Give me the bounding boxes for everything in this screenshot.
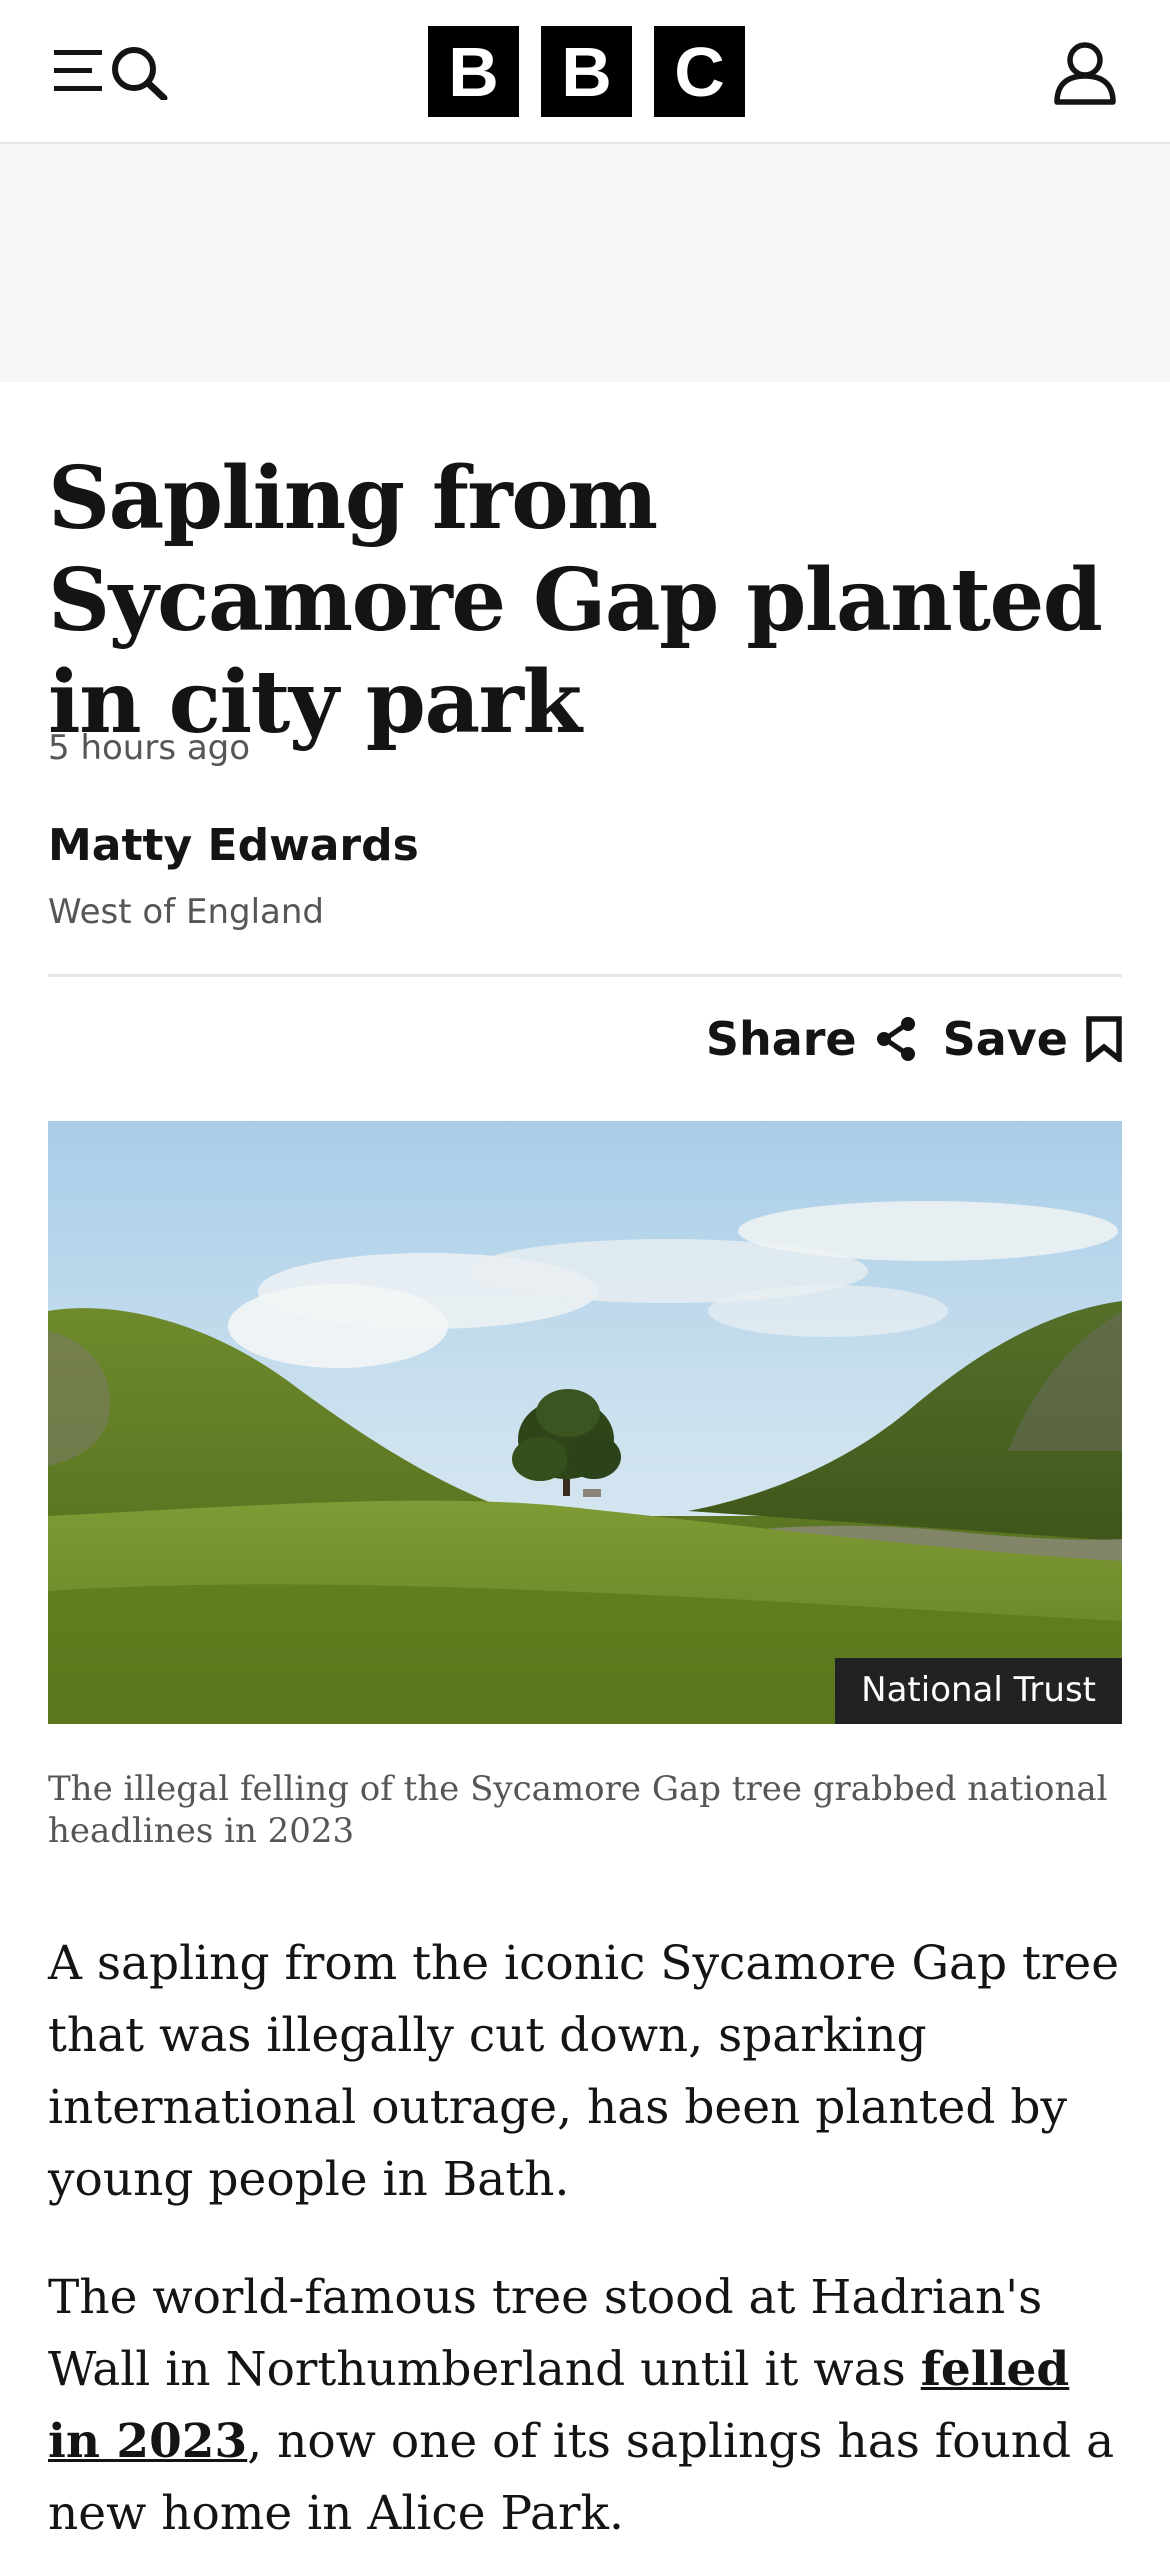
author-name: Matty Edwards — [48, 820, 419, 871]
logo-letter: B — [428, 26, 519, 117]
author-department: West of England — [48, 892, 325, 932]
share-label: Share — [705, 1012, 857, 1066]
bbc-logo[interactable]: B B C — [428, 26, 745, 117]
menu-search-button[interactable] — [52, 44, 176, 102]
hero-image: National Trust — [48, 1121, 1122, 1724]
logo-letter: B — [541, 26, 632, 117]
advert-slot — [0, 144, 1170, 382]
article-headline: Sapling from Sycamore Gap planted in cit… — [48, 448, 1103, 753]
article-actions: Share Save — [706, 1012, 1122, 1066]
paragraph-text: The world-famous tree stood at Hadrian's… — [48, 2270, 1043, 2397]
menu-icon — [54, 50, 102, 91]
byline-divider — [48, 974, 1122, 977]
logo-letter: C — [654, 26, 745, 117]
search-icon — [112, 47, 168, 102]
article-paragraph: A sapling from the iconic Sycamore Gap t… — [48, 1936, 1120, 2207]
share-button[interactable]: Share — [706, 1012, 917, 1066]
site-header: B B C — [0, 0, 1170, 144]
sycamore-gap-photo — [48, 1121, 1122, 1724]
account-icon[interactable] — [1052, 40, 1118, 106]
bookmark-icon — [1086, 1016, 1122, 1062]
article-paragraph: The world-famous tree stood at Hadrian's… — [48, 2262, 1122, 2550]
save-button[interactable]: Save — [943, 1012, 1122, 1066]
share-icon — [876, 1017, 915, 1061]
image-credit: National Trust — [835, 1658, 1122, 1724]
save-label: Save — [942, 1012, 1068, 1066]
image-caption: The illegal felling of the Sycamore Gap … — [48, 1769, 1108, 1851]
article-timestamp: 5 hours ago — [48, 728, 251, 768]
